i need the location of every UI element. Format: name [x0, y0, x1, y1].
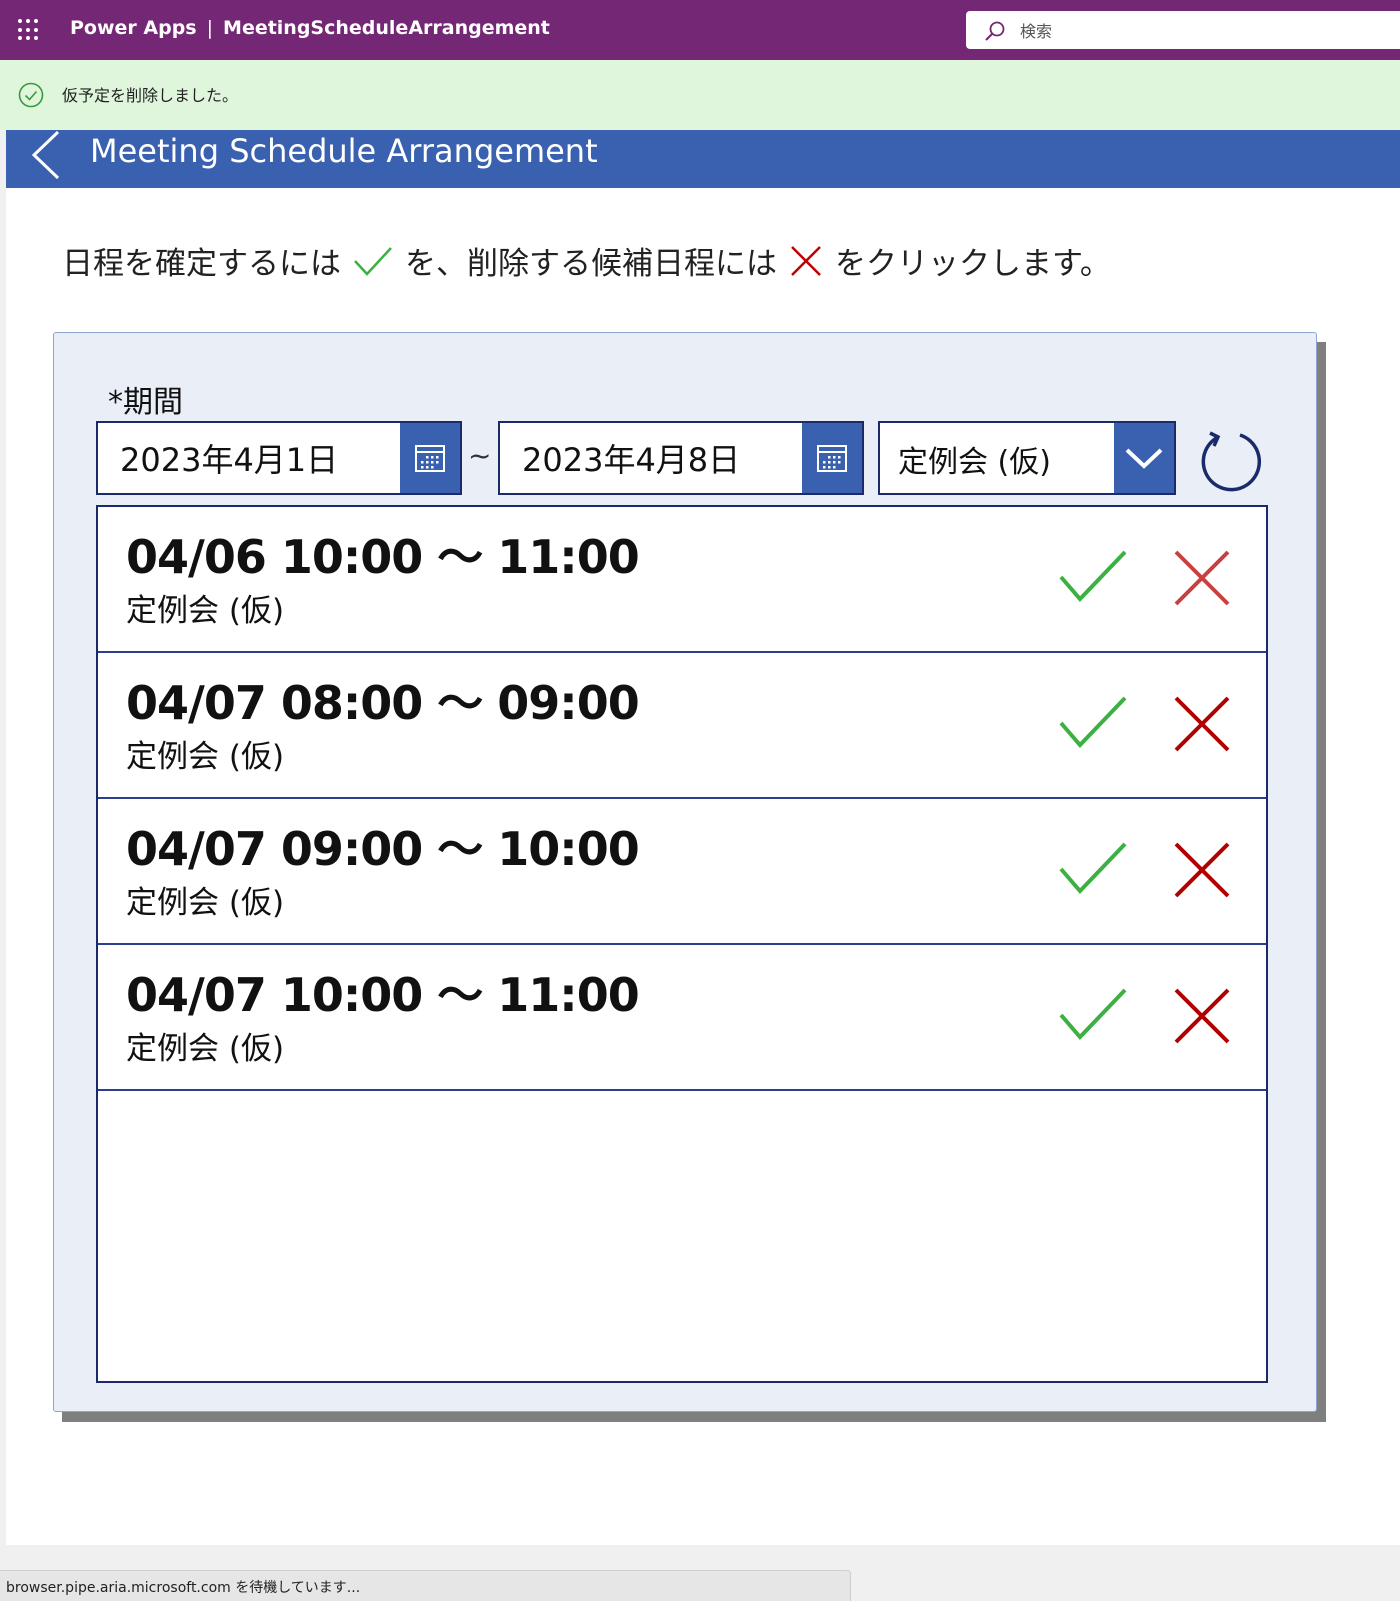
app-top-bar: Power Apps | MeetingScheduleArrangement	[0, 0, 1400, 60]
delete-x-icon[interactable]	[1172, 695, 1232, 753]
instruction-part-1: 日程を確定するには	[62, 246, 341, 282]
meeting-gallery[interactable]: 04/06 10:00 ～ 11:00 定例会 (仮) 04/07 08:00 …	[96, 505, 1268, 1383]
start-date-value: 2023年4月1日	[120, 441, 339, 479]
chevron-down-icon	[1125, 448, 1163, 469]
meeting-time: 04/07 10:00 ～ 11:00	[126, 968, 640, 1022]
confirm-check-icon[interactable]	[1058, 695, 1128, 751]
start-calendar-button[interactable]	[400, 423, 460, 493]
meeting-time: 04/07 08:00 ～ 09:00	[126, 676, 640, 730]
category-dropdown[interactable]: 定例会 (仮)	[878, 421, 1176, 495]
confirm-check-icon[interactable]	[1058, 841, 1128, 897]
instruction-part-2: を、削除する候補日程には	[405, 246, 777, 282]
calendar-icon	[415, 445, 445, 472]
delete-x-icon[interactable]	[1172, 987, 1232, 1045]
delete-x-icon[interactable]	[1172, 841, 1232, 899]
search-box[interactable]	[966, 11, 1400, 49]
calendar-icon	[817, 445, 847, 472]
app-title: Power Apps | MeetingScheduleArrangement	[70, 17, 550, 39]
refresh-icon[interactable]	[1198, 429, 1262, 493]
date-range-separator: ~	[468, 439, 492, 472]
meeting-title: 定例会 (仮)	[126, 739, 285, 775]
meeting-title: 定例会 (仮)	[126, 593, 285, 629]
meeting-time: 04/06 10:00 ～ 11:00	[126, 530, 640, 584]
status-text: browser.pipe.aria.microsoft.com を待機しています…	[6, 1580, 361, 1596]
end-calendar-button[interactable]	[802, 423, 862, 493]
back-icon[interactable]	[28, 130, 68, 180]
end-date-value: 2023年4月8日	[522, 441, 741, 479]
meeting-row[interactable]: 04/06 10:00 ～ 11:00 定例会 (仮)	[98, 507, 1266, 653]
dropdown-toggle[interactable]	[1114, 423, 1174, 493]
period-label: *期間	[108, 385, 183, 420]
meeting-title: 定例会 (仮)	[126, 1031, 285, 1067]
notification-message: 仮予定を削除しました。	[62, 86, 239, 105]
start-date-picker[interactable]: 2023年4月1日	[96, 421, 462, 495]
meeting-row[interactable]: 04/07 09:00 ～ 10:00 定例会 (仮)	[98, 799, 1266, 945]
meeting-row[interactable]: 04/07 08:00 ～ 09:00 定例会 (仮)	[98, 653, 1266, 799]
instruction-part-3: をクリックします。	[835, 246, 1111, 282]
category-selected-value: 定例会 (仮)	[898, 445, 1051, 480]
confirm-check-icon[interactable]	[1058, 549, 1128, 605]
end-date-picker[interactable]: 2023年4月8日	[498, 421, 864, 495]
confirm-check-icon[interactable]	[1058, 987, 1128, 1043]
search-input[interactable]	[1018, 17, 1382, 45]
brand-name[interactable]: Power Apps	[70, 17, 197, 39]
header-bar: Meeting Schedule Arrangement	[6, 130, 1400, 188]
check-icon	[354, 246, 392, 276]
schedule-panel: *期間 2023年4月1日 ~ 2023年4月8日 定例会 (仮) 04/06 …	[53, 332, 1317, 1412]
delete-x-icon[interactable]	[1172, 549, 1232, 607]
close-icon	[791, 245, 821, 276]
app-name: MeetingScheduleArrangement	[223, 17, 550, 39]
meeting-row[interactable]: 04/07 10:00 ～ 11:00 定例会 (仮)	[98, 945, 1266, 1091]
app-canvas: Meeting Schedule Arrangement 日程を確定するには を…	[6, 130, 1400, 1545]
meeting-time: 04/07 09:00 ～ 10:00	[126, 822, 640, 876]
browser-status-bar: browser.pipe.aria.microsoft.com を待機しています…	[0, 1570, 851, 1601]
app-launcher-icon[interactable]	[18, 19, 40, 41]
check-circle-icon	[18, 82, 44, 108]
meeting-title: 定例会 (仮)	[126, 885, 285, 921]
search-icon	[985, 21, 1005, 41]
title-separator: |	[206, 17, 214, 39]
instruction-text: 日程を確定するには を、削除する候補日程には をクリックします。	[62, 238, 1111, 283]
notification-banner: 仮予定を削除しました。	[0, 60, 1400, 130]
page-title: Meeting Schedule Arrangement	[90, 132, 598, 170]
